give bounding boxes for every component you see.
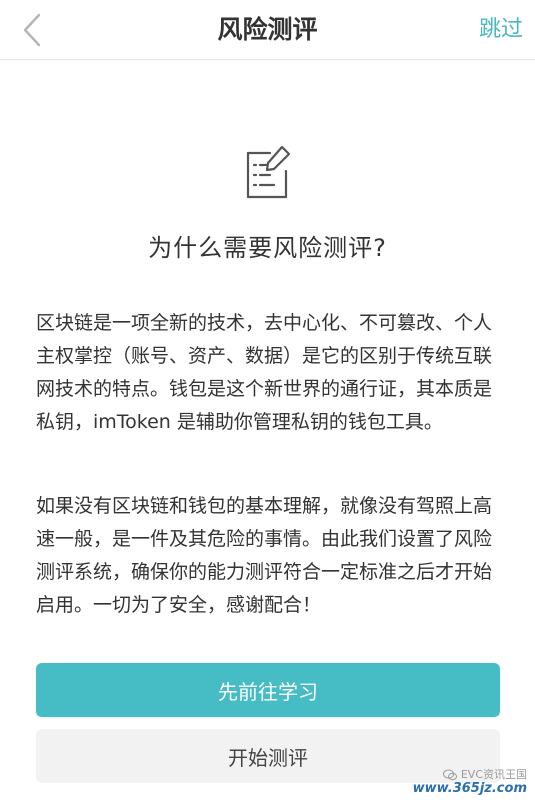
watermark-brand-text: EVC资讯王国	[460, 768, 527, 781]
wechat-icon	[442, 769, 457, 781]
skip-button[interactable]: 跳过	[479, 12, 523, 48]
section-heading: 为什么需要风险测评?	[148, 234, 387, 262]
page-title: 风险测评	[217, 15, 318, 44]
go-learn-button[interactable]: 先前往学习	[36, 663, 500, 717]
warning-paragraph: 如果没有区块链和钱包的基本理解，就像没有驾照上高速一般，是一件及其危险的事情。由…	[36, 495, 493, 616]
intro-paragraph: 区块链是一项全新的技术，去中心化、不可篡改、个人主权掌控（账号、资产、数据）是它…	[36, 312, 493, 433]
watermark: EVC资讯王国 www.365jz.com	[413, 768, 527, 796]
navigation-bar: 风险测评 跳过	[0, 0, 535, 60]
watermark-url: www.365jz.com	[412, 781, 527, 796]
watermark-brand: EVC资讯王国	[413, 768, 527, 782]
document-edit-icon	[246, 145, 291, 199]
